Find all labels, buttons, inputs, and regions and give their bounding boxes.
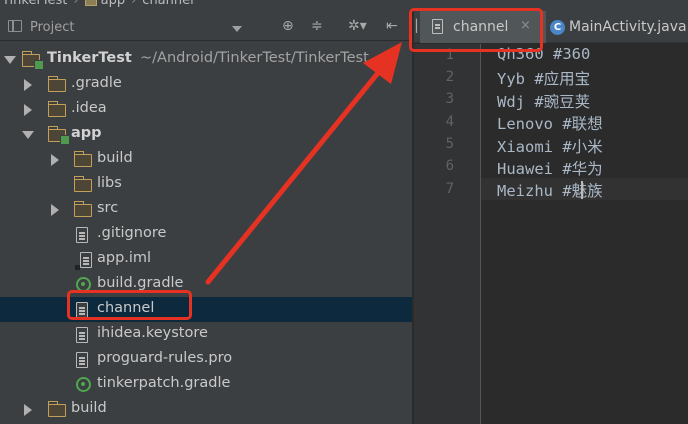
annotation-arrow	[205, 42, 402, 285]
